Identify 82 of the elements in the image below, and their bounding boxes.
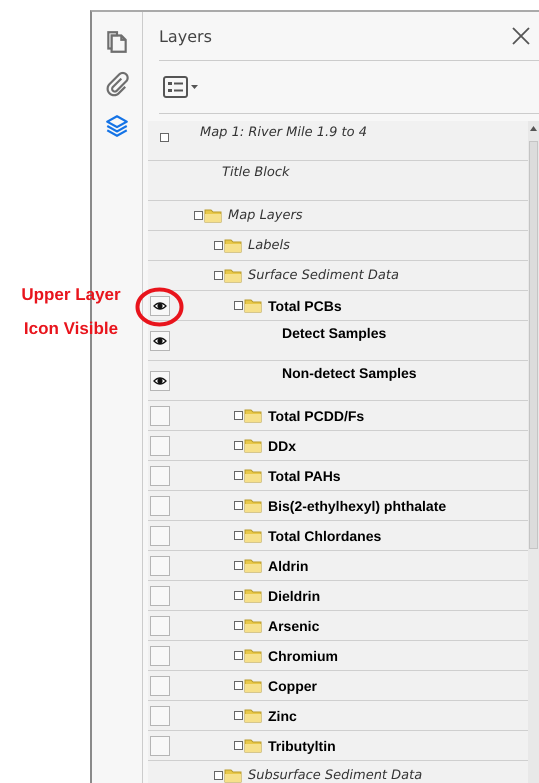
layer-name[interactable]: DDx bbox=[268, 438, 296, 454]
layers-icon[interactable] bbox=[103, 112, 131, 140]
close-icon[interactable] bbox=[511, 26, 531, 46]
visibility-toggle[interactable] bbox=[150, 296, 170, 316]
folder-icon bbox=[244, 558, 262, 573]
visibility-toggle[interactable] bbox=[150, 706, 170, 726]
visibility-toggle[interactable] bbox=[150, 616, 170, 636]
visibility-toggle[interactable] bbox=[150, 526, 170, 546]
visibility-toggle[interactable] bbox=[150, 496, 170, 516]
folder-icon bbox=[244, 618, 262, 633]
layer-name[interactable]: Total Chlordanes bbox=[268, 528, 382, 544]
folder-icon bbox=[224, 268, 242, 283]
expand-icon[interactable] bbox=[234, 741, 243, 750]
layer-name[interactable]: Labels bbox=[248, 238, 290, 253]
folder-icon bbox=[244, 408, 262, 423]
folder-icon bbox=[244, 498, 262, 513]
eye-icon bbox=[153, 300, 167, 310]
visibility-toggle[interactable] bbox=[150, 406, 170, 426]
visibility-toggle[interactable] bbox=[150, 331, 170, 351]
visibility-toggle[interactable] bbox=[150, 371, 170, 391]
folder-icon bbox=[244, 648, 262, 663]
expand-icon[interactable] bbox=[234, 681, 243, 690]
expand-icon[interactable] bbox=[234, 621, 243, 630]
panel-title: Layers bbox=[159, 26, 212, 46]
layer-name[interactable]: Copper bbox=[268, 678, 317, 694]
folder-icon bbox=[224, 768, 242, 783]
layer-name[interactable]: Surface Sediment Data bbox=[248, 268, 399, 283]
expand-icon[interactable] bbox=[234, 501, 243, 510]
expand-icon[interactable] bbox=[194, 211, 203, 220]
layer-name[interactable]: Tributyltin bbox=[268, 738, 336, 754]
folder-icon bbox=[244, 708, 262, 723]
expand-icon[interactable] bbox=[160, 133, 169, 142]
expand-icon[interactable] bbox=[234, 411, 243, 420]
eye-icon bbox=[153, 376, 167, 386]
visibility-toggle[interactable] bbox=[150, 586, 170, 606]
layer-name[interactable]: Chromium bbox=[268, 648, 338, 664]
folder-icon bbox=[244, 438, 262, 453]
layer-name[interactable]: Zinc bbox=[268, 708, 297, 724]
visibility-toggle[interactable] bbox=[150, 736, 170, 756]
layer-name[interactable]: Total PAHs bbox=[268, 468, 341, 484]
folder-icon bbox=[244, 528, 262, 543]
layer-name[interactable]: Detect Samples bbox=[282, 325, 386, 341]
expand-icon[interactable] bbox=[234, 531, 243, 540]
layer-name[interactable]: Subsurface Sediment Data bbox=[248, 768, 422, 783]
options-icon[interactable] bbox=[163, 75, 201, 99]
layer-name[interactable]: Total PCDD/Fs bbox=[268, 408, 364, 424]
folder-icon bbox=[244, 298, 262, 313]
folder-icon bbox=[244, 588, 262, 603]
layer-name[interactable]: Bis(2-ethylhexyl) phthalate bbox=[268, 498, 446, 514]
visibility-toggle[interactable] bbox=[150, 466, 170, 486]
expand-icon[interactable] bbox=[234, 561, 243, 570]
highlight-circle bbox=[135, 287, 184, 327]
expand-icon[interactable] bbox=[214, 771, 223, 780]
expand-icon[interactable] bbox=[214, 241, 223, 250]
folder-icon bbox=[244, 468, 262, 483]
expand-icon[interactable] bbox=[234, 711, 243, 720]
layer-name[interactable]: Total PCBs bbox=[268, 298, 342, 314]
folder-icon bbox=[244, 678, 262, 693]
layer-name[interactable]: Aldrin bbox=[268, 558, 308, 574]
folder-icon bbox=[244, 738, 262, 753]
scroll-up-icon[interactable] bbox=[530, 126, 537, 131]
layer-name[interactable]: Map 1: River Mile 1.9 to 4 bbox=[200, 125, 367, 140]
scrollbar[interactable] bbox=[528, 121, 539, 783]
layer-name[interactable]: Title Block bbox=[222, 165, 290, 180]
expand-icon[interactable] bbox=[234, 441, 243, 450]
layer-name[interactable]: Non-detect Samples bbox=[282, 365, 417, 381]
visibility-toggle[interactable] bbox=[150, 646, 170, 666]
folder-icon bbox=[204, 208, 222, 223]
expand-icon[interactable] bbox=[234, 471, 243, 480]
expand-icon[interactable] bbox=[234, 301, 243, 310]
layer-name[interactable]: Map Layers bbox=[228, 208, 303, 223]
layer-name[interactable]: Arsenic bbox=[268, 618, 320, 634]
visibility-toggle[interactable] bbox=[150, 556, 170, 576]
eye-icon bbox=[153, 336, 167, 346]
expand-icon[interactable] bbox=[234, 651, 243, 660]
visibility-toggle[interactable] bbox=[150, 676, 170, 696]
annotation-label: Upper Layer Icon Visible bbox=[20, 284, 122, 340]
expand-icon[interactable] bbox=[234, 591, 243, 600]
folder-icon bbox=[224, 238, 242, 253]
expand-icon[interactable] bbox=[214, 271, 223, 280]
visibility-toggle[interactable] bbox=[150, 436, 170, 456]
layer-name[interactable]: Dieldrin bbox=[268, 588, 320, 604]
